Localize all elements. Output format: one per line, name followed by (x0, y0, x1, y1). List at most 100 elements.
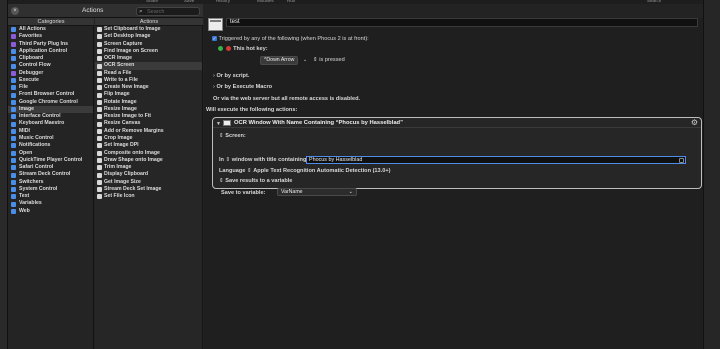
action-item[interactable]: Resize Canvas (95, 120, 202, 127)
category-item[interactable]: Music Control (8, 135, 93, 142)
action-item[interactable]: Composite onto Image (95, 150, 202, 157)
category-item[interactable]: Favorites (8, 33, 93, 40)
category-item[interactable]: Google Chrome Control (8, 99, 93, 106)
window-selector-stepper-icon: ⇕ (225, 157, 231, 163)
in-label: In (219, 157, 224, 163)
folder-icon (11, 85, 16, 91)
search-input[interactable]: ⌕ Search (136, 7, 200, 16)
category-item[interactable]: Interface Control (8, 113, 93, 120)
category-item[interactable]: Clipboard (8, 55, 93, 62)
action-item[interactable]: Write to a File (95, 77, 202, 84)
macro-icon[interactable] (208, 18, 223, 31)
action-icon (97, 114, 102, 120)
category-item[interactable]: Third Party Plug Ins (8, 41, 93, 48)
action-item[interactable]: Get Image Size (95, 179, 202, 186)
variable-chevron-down-icon: ⌄ (348, 189, 353, 195)
window-selector-row[interactable]: In ⇕ window with title containing (219, 157, 306, 163)
language-row[interactable]: Language ⇕ Apple Text Recognition Automa… (219, 168, 390, 174)
hotkey-dropdown-chevron-icon[interactable]: ⌄ (303, 57, 307, 63)
folder-icon (11, 121, 16, 127)
category-label: Clipboard (19, 55, 44, 62)
action-item[interactable]: Rotate Image (95, 99, 202, 106)
action-item[interactable]: Draw Shape onto Image (95, 157, 202, 164)
action-item[interactable]: OCR Image (95, 55, 202, 62)
category-item[interactable]: Front Browser Control (8, 91, 93, 98)
category-item[interactable]: File (8, 84, 93, 91)
action-item[interactable]: Trim Image (95, 164, 202, 171)
folder-icon (11, 172, 16, 178)
action-item[interactable]: Set Desktop Image (95, 33, 202, 40)
category-item[interactable]: Application Control (8, 48, 93, 55)
category-item[interactable]: Switchers (8, 179, 93, 186)
action-item[interactable]: Set Clipboard to Image (95, 26, 202, 33)
folder-icon (11, 136, 16, 142)
action-item[interactable]: Read a File (95, 70, 202, 77)
category-item[interactable]: Stream Deck Control (8, 171, 93, 178)
window-selector: window with title containing (231, 157, 307, 163)
action-icon (97, 70, 102, 76)
category-item[interactable]: All Actions (8, 26, 93, 33)
gear-icon[interactable]: ⚙ (691, 119, 698, 127)
action-title: OCR Window With Name Containing “Phocus … (234, 120, 403, 126)
category-item[interactable]: Text (8, 193, 93, 200)
action-item[interactable]: Set File Icon (95, 193, 202, 200)
action-item[interactable]: Crop Image (95, 135, 202, 142)
hotkey-state-row[interactable]: ⇕ is pressed (313, 57, 345, 63)
left-window-edge (0, 0, 8, 349)
action-item[interactable]: Set Image DPI (95, 142, 202, 149)
category-item[interactable]: Open (8, 150, 93, 157)
category-item[interactable]: Image (8, 105, 93, 114)
category-item[interactable]: QuickTime Player Control (8, 157, 93, 164)
hotkey-field[interactable]: ^Down Arrow (260, 56, 298, 65)
action-item[interactable]: Resize Image (95, 106, 202, 113)
folder-icon (11, 56, 16, 62)
category-item[interactable]: Execute (8, 77, 93, 84)
action-icon (97, 143, 102, 149)
variable-combo[interactable]: VarName ⌄ (277, 188, 357, 196)
category-item[interactable]: System Control (8, 186, 93, 193)
disclosure-triangle-icon[interactable]: ▼ (216, 121, 221, 127)
or-by-script-row[interactable]: › Or by script. (213, 73, 249, 79)
add-trigger-icon[interactable] (218, 46, 223, 52)
save-results-stepper-icon: ⇕ (219, 178, 224, 184)
folder-icon (11, 165, 16, 171)
action-item[interactable]: Screen Capture (95, 41, 202, 48)
category-item[interactable]: Web (8, 208, 93, 215)
actions-header: Actions (95, 18, 203, 26)
category-label: QuickTime Player Control (19, 156, 83, 163)
category-item[interactable]: Control Flow (8, 62, 93, 69)
action-label: Rotate Image (104, 98, 137, 105)
category-label: Google Chrome Control (19, 98, 78, 105)
category-label: Execute (19, 76, 39, 83)
field-menu-icon[interactable] (679, 158, 684, 163)
action-item[interactable]: Flip Image (95, 91, 202, 98)
category-label: Control Flow (19, 62, 51, 69)
save-results-row[interactable]: ⇕ Save results to a variable (219, 178, 292, 184)
source-stepper-icon: ⇕ (219, 133, 224, 139)
action-item[interactable]: Display Clipboard (95, 171, 202, 178)
category-item[interactable]: Debugger (8, 70, 93, 77)
category-item[interactable]: Keyboard Maestro (8, 120, 93, 127)
window-title-field[interactable]: Phocus by Hasselblad (306, 156, 686, 164)
action-item[interactable]: Find Image on Screen (95, 48, 202, 55)
category-item[interactable]: Safari Control (8, 164, 93, 171)
action-item[interactable]: Add or Remove Margins (95, 128, 202, 135)
category-item[interactable]: Notifications (8, 142, 93, 149)
category-label: Switchers (19, 178, 44, 185)
source-row[interactable]: ⇕ Screen: (219, 133, 246, 139)
or-by-execute-row[interactable]: › Or by Execute Macro (213, 84, 272, 90)
action-item[interactable]: Create New Image (95, 84, 202, 91)
category-item[interactable]: MIDI (8, 128, 93, 135)
macro-name-field[interactable]: test (226, 18, 698, 27)
trigger-checkbox[interactable]: ✓ (212, 36, 217, 42)
category-item[interactable]: Variables (8, 200, 93, 207)
action-item[interactable]: Stream Deck Set Image (95, 186, 202, 193)
ocr-action-box[interactable]: ▼ OCR Window With Name Containing “Phocu… (212, 117, 702, 189)
action-label: Flip Image (104, 91, 130, 98)
action-item[interactable]: Resize Image to Fit (95, 113, 202, 120)
close-icon[interactable]: × (11, 7, 19, 15)
remove-trigger-icon[interactable] (225, 46, 231, 52)
action-icon (97, 187, 102, 193)
action-label: Resize Image to Fit (104, 113, 151, 120)
action-item[interactable]: OCR Screen (95, 62, 202, 70)
